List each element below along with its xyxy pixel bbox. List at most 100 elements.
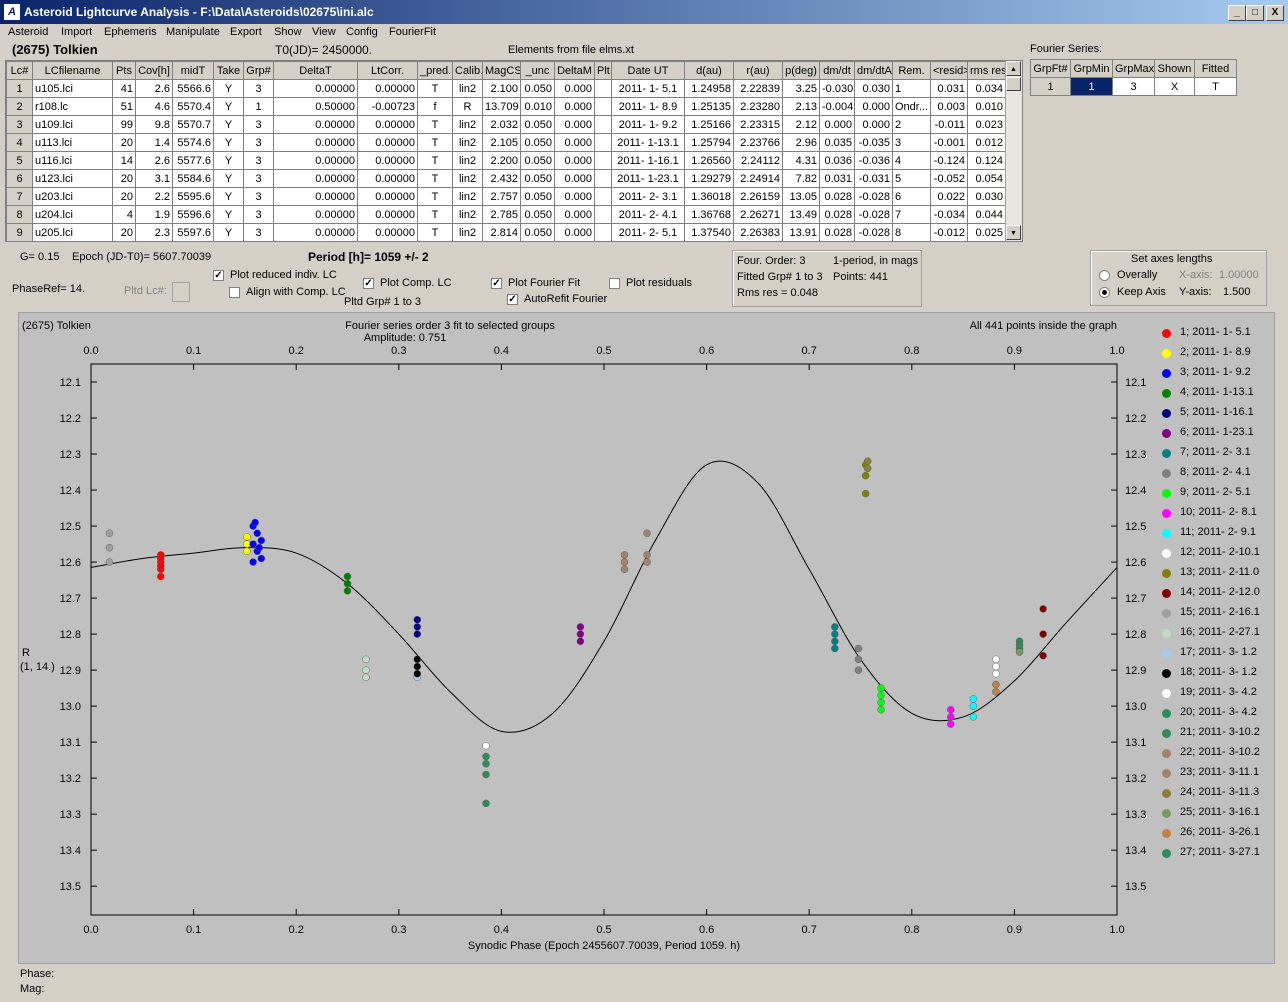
- legend-marker: [1162, 569, 1171, 578]
- data-point: [643, 558, 651, 566]
- x-tick-label-top: 0.1: [186, 345, 201, 357]
- data-point: [343, 587, 352, 595]
- data-point: [969, 702, 978, 710]
- x-tick-label: 0.4: [494, 924, 509, 936]
- x-tick-label: 0.2: [289, 924, 304, 936]
- legend-label: 15; 2011- 2-16.1: [1180, 606, 1260, 618]
- data-point: [413, 662, 422, 671]
- y-tick-label: 13.0: [60, 701, 81, 713]
- data-point: [1015, 641, 1024, 649]
- y-tick-label-right: 12.6: [1125, 557, 1146, 569]
- y-axis-label-sub: (1, 14.): [20, 661, 55, 673]
- data-point: [861, 471, 870, 480]
- data-point: [877, 705, 885, 714]
- data-point: [157, 572, 165, 581]
- y-tick-label-right: 13.1: [1125, 737, 1146, 749]
- legend-label: 6; 2011- 1-23.1: [1180, 426, 1254, 438]
- data-point: [105, 543, 114, 552]
- data-point: [576, 637, 585, 646]
- chart-title: (2675) Tolkien: [22, 320, 91, 332]
- legend-label: 14; 2011- 2-12.0: [1180, 586, 1260, 598]
- x-tick-label-top: 0.6: [699, 345, 714, 357]
- legend-label: 8; 2011- 2- 4.1: [1180, 466, 1251, 478]
- legend-label: 11; 2011- 2- 9.1: [1180, 526, 1257, 538]
- data-point: [413, 615, 422, 624]
- data-point: [969, 695, 978, 703]
- legend-marker: [1162, 809, 1171, 818]
- data-point: [482, 759, 490, 768]
- y-tick-label-right: 12.5: [1125, 521, 1146, 533]
- y-tick-label: 13.2: [60, 773, 81, 785]
- legend-label: 4; 2011- 1-13.1: [1180, 386, 1254, 398]
- legend-label: 20; 2011- 3- 4.2: [1180, 706, 1257, 718]
- y-tick-label-right: 13.2: [1125, 773, 1146, 785]
- x-tick-label: 0.3: [391, 924, 406, 936]
- data-point: [105, 558, 114, 566]
- legend-label: 12; 2011- 2-10.1: [1180, 546, 1260, 558]
- data-point: [643, 529, 651, 538]
- data-point: [947, 720, 955, 728]
- data-point: [854, 666, 863, 674]
- chart-note: All 441 points inside the graph: [970, 320, 1117, 332]
- y-tick-label: 12.6: [60, 557, 81, 569]
- legend-marker: [1162, 709, 1171, 718]
- status-mag: Mag:: [20, 983, 45, 995]
- legend-label: 23; 2011- 3-11.1: [1180, 766, 1260, 778]
- y-tick-label-right: 12.4: [1125, 485, 1146, 497]
- legend-marker: [1162, 449, 1171, 458]
- status-phase: Phase:: [20, 968, 55, 980]
- lightcurve-chart[interactable]: (2675) Tolkien Fourier series order 3 fit…: [0, 0, 1288, 1002]
- legend-label: 5; 2011- 1-16.1: [1180, 406, 1254, 418]
- data-point: [413, 669, 422, 678]
- y-tick-label: 12.7: [60, 593, 81, 605]
- y-tick-label-right: 13.0: [1125, 701, 1146, 713]
- data-point: [105, 529, 114, 538]
- data-point: [482, 752, 490, 761]
- data-point: [482, 799, 490, 808]
- legend-label: 10; 2011- 2- 8.1: [1180, 506, 1257, 518]
- data-point: [157, 554, 165, 563]
- x-tick-label: 0.5: [596, 924, 611, 936]
- legend-label: 21; 2011- 3-10.2: [1180, 726, 1260, 738]
- data-point: [854, 655, 863, 664]
- legend-marker: [1162, 529, 1171, 538]
- data-point: [343, 579, 352, 588]
- y-tick-label-right: 12.8: [1125, 629, 1146, 641]
- data-point: [482, 770, 490, 779]
- legend-label: 2; 2011- 1- 8.9: [1180, 346, 1251, 358]
- legend-marker: [1162, 349, 1171, 358]
- legend-marker: [1162, 489, 1171, 498]
- chart-amplitude: Amplitude: 0.751: [364, 332, 447, 344]
- y-tick-label-right: 13.4: [1125, 845, 1146, 857]
- data-point: [992, 687, 1000, 696]
- y-axis-label: R: [22, 647, 30, 659]
- legend-label: 25; 2011- 3-16.1: [1180, 806, 1260, 818]
- legend-marker: [1162, 749, 1171, 758]
- data-point: [620, 558, 629, 566]
- legend-marker: [1162, 609, 1171, 618]
- data-point: [992, 680, 1000, 689]
- plot-area: [90, 363, 1118, 916]
- x-tick-label: 0.9: [1007, 924, 1022, 936]
- data-point: [243, 533, 251, 541]
- data-point: [1039, 651, 1047, 660]
- x-tick-label: 0.1: [186, 924, 201, 936]
- legend-label: 18; 2011- 3- 1.2: [1180, 666, 1257, 678]
- y-tick-label: 12.4: [60, 485, 81, 497]
- data-point: [413, 630, 422, 638]
- legend-label: 1; 2011- 1- 5.1: [1180, 326, 1251, 338]
- x-tick-label-top: 0.0: [83, 345, 98, 357]
- legend-marker: [1162, 849, 1171, 858]
- data-point: [243, 547, 251, 556]
- x-tick-label: 0.6: [699, 924, 714, 936]
- y-tick-label-right: 13.3: [1125, 809, 1146, 821]
- data-point: [1039, 605, 1047, 613]
- legend-marker: [1162, 649, 1171, 658]
- data-point: [257, 536, 266, 545]
- legend-marker: [1162, 629, 1171, 638]
- data-point: [863, 457, 872, 465]
- legend-label: 7; 2011- 2- 3.1: [1180, 446, 1251, 458]
- data-point: [157, 561, 165, 570]
- data-point: [831, 630, 839, 638]
- x-axis-label: Synodic Phase (Epoch 2455607.70039, Peri…: [468, 940, 740, 952]
